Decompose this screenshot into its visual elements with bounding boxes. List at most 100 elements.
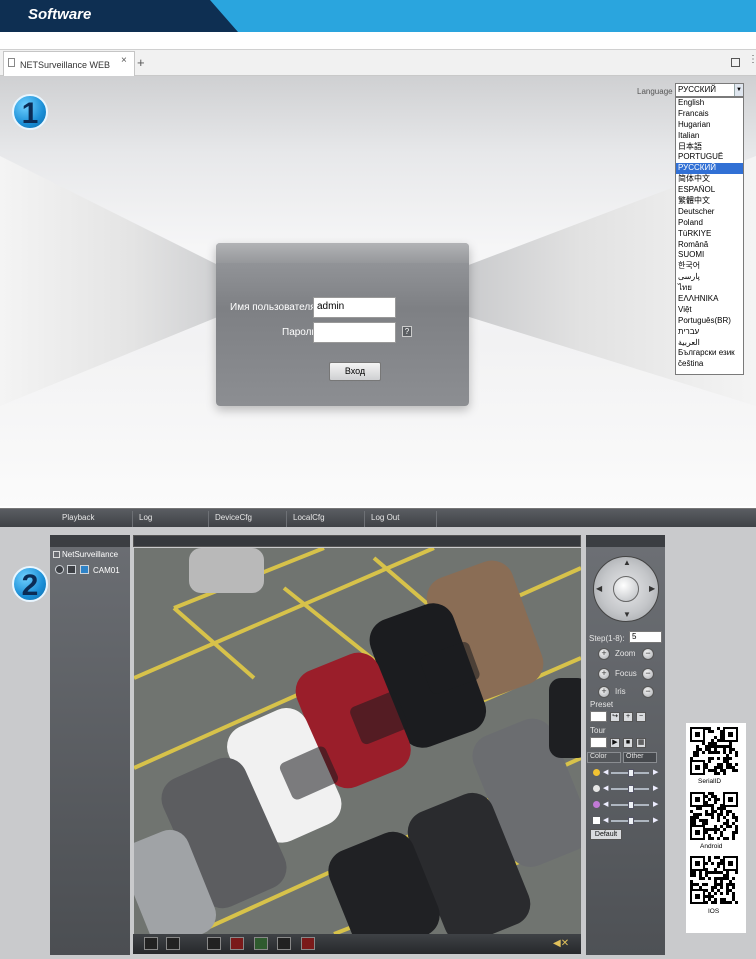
password-input[interactable] bbox=[313, 322, 396, 343]
talk-icon[interactable] bbox=[277, 937, 291, 950]
language-option[interactable]: ESPAÑOL bbox=[676, 185, 743, 196]
iris-close-button[interactable]: − bbox=[642, 686, 654, 698]
language-option[interactable]: PORTUGUÊ bbox=[676, 152, 743, 163]
increase-arrow-icon[interactable]: ▶ bbox=[653, 800, 658, 808]
slider-knob[interactable] bbox=[628, 817, 634, 825]
slider-knob[interactable] bbox=[628, 801, 634, 809]
preset-remove-icon[interactable]: − bbox=[636, 712, 646, 722]
decrease-arrow-icon[interactable]: ◀ bbox=[603, 768, 608, 776]
language-option[interactable]: پارسی bbox=[676, 272, 743, 283]
record-icon[interactable] bbox=[207, 937, 221, 950]
language-option[interactable]: ΕΛΛΗΝΙΚΑ bbox=[676, 294, 743, 305]
nav-log[interactable]: Log bbox=[139, 513, 152, 522]
language-option[interactable]: 한국어 bbox=[676, 261, 743, 272]
ptz-down-arrow-icon[interactable]: ▼ bbox=[623, 610, 631, 619]
slider-knob[interactable] bbox=[628, 769, 634, 777]
new-tab-icon[interactable]: + bbox=[137, 55, 145, 70]
language-option[interactable]: 日本語 bbox=[676, 142, 743, 153]
language-option[interactable]: РУССКИЙ bbox=[676, 163, 743, 175]
camera-icon[interactable] bbox=[80, 565, 89, 574]
zoom-out-button[interactable]: − bbox=[642, 648, 654, 660]
grid-icon[interactable] bbox=[254, 937, 268, 950]
alarm-icon[interactable] bbox=[301, 937, 315, 950]
ptz-left-arrow-icon[interactable]: ◀ bbox=[596, 584, 602, 593]
serial-qr-label: SerialID bbox=[698, 778, 722, 785]
language-option[interactable]: Deutscher bbox=[676, 207, 743, 218]
browser-tab[interactable]: NETSurveillance WEB bbox=[3, 51, 135, 76]
camera-channel[interactable]: CAM01 bbox=[93, 566, 120, 575]
snapshot-icon[interactable] bbox=[230, 937, 244, 950]
language-option[interactable]: TüRKIYE bbox=[676, 229, 743, 240]
focus-out-button[interactable]: − bbox=[642, 668, 654, 680]
zoom-in-button[interactable]: + bbox=[598, 648, 610, 660]
language-option[interactable]: čeština bbox=[676, 359, 743, 370]
decrease-arrow-icon[interactable]: ◀ bbox=[603, 800, 608, 808]
language-option[interactable]: SUOMI bbox=[676, 250, 743, 261]
language-option[interactable]: Português(BR) bbox=[676, 316, 743, 327]
close-tab-icon[interactable]: × bbox=[121, 55, 127, 66]
nav-playback[interactable]: Playback bbox=[62, 513, 94, 522]
step-one-badge: 1 bbox=[12, 94, 48, 130]
contrast-slider[interactable]: ◀ ▶ bbox=[593, 784, 661, 794]
default-button[interactable]: Default bbox=[590, 829, 622, 840]
language-option[interactable]: Việt bbox=[676, 305, 743, 316]
language-option[interactable]: Hugarian bbox=[676, 120, 743, 131]
slider-knob[interactable] bbox=[628, 785, 634, 793]
tour-play-icon[interactable]: ▶ bbox=[610, 738, 620, 748]
ptz-up-arrow-icon[interactable]: ▲ bbox=[623, 558, 631, 567]
language-option[interactable]: 简体中文 bbox=[676, 174, 743, 185]
language-option[interactable]: Italian bbox=[676, 131, 743, 142]
language-option[interactable]: 繁體中文 bbox=[676, 196, 743, 207]
split-screen-icon[interactable] bbox=[166, 937, 180, 950]
window-menu-icon[interactable]: ⋮ bbox=[748, 54, 756, 65]
language-option[interactable]: العربية bbox=[676, 338, 743, 349]
login-button[interactable]: Вход bbox=[329, 362, 381, 381]
tour-input[interactable] bbox=[590, 737, 607, 748]
nav-device-cfg[interactable]: DeviceCfg bbox=[215, 513, 252, 522]
preset-add-icon[interactable]: + bbox=[623, 712, 633, 722]
hue-slider[interactable]: ◀ ▶ bbox=[593, 816, 661, 826]
language-option[interactable]: עברית bbox=[676, 327, 743, 338]
tab-other[interactable]: Other bbox=[623, 752, 657, 763]
tab-color[interactable]: Color bbox=[587, 752, 621, 763]
increase-arrow-icon[interactable]: ▶ bbox=[653, 816, 658, 824]
language-option[interactable]: Poland bbox=[676, 218, 743, 229]
focus-in-button[interactable]: + bbox=[598, 668, 610, 680]
dropdown-arrow-icon[interactable]: ▼ bbox=[734, 84, 743, 96]
language-option[interactable]: English bbox=[676, 98, 743, 109]
video-toolbar bbox=[133, 934, 581, 954]
increase-arrow-icon[interactable]: ▶ bbox=[653, 784, 658, 792]
username-input[interactable]: admin bbox=[313, 297, 396, 318]
language-option[interactable]: Română bbox=[676, 240, 743, 251]
ptz-speed-select[interactable]: 5 bbox=[629, 631, 662, 643]
preset-input[interactable] bbox=[590, 711, 607, 722]
preset-goto-icon[interactable]: ↪ bbox=[610, 712, 620, 722]
nav-divider bbox=[132, 511, 133, 527]
iris-open-button[interactable]: + bbox=[598, 686, 610, 698]
live-video-feed[interactable] bbox=[134, 548, 581, 934]
record-icon[interactable] bbox=[55, 565, 64, 574]
nav-log-out[interactable]: Log Out bbox=[371, 513, 399, 522]
decrease-arrow-icon[interactable]: ◀ bbox=[603, 784, 608, 792]
tour-stop-icon[interactable]: ■ bbox=[623, 738, 633, 748]
nav-local-cfg[interactable]: LocalCfg bbox=[293, 513, 325, 522]
language-option[interactable]: Francais bbox=[676, 109, 743, 120]
increase-arrow-icon[interactable]: ▶ bbox=[653, 768, 658, 776]
fullscreen-icon[interactable] bbox=[144, 937, 158, 950]
tour-grid-icon[interactable]: ▦ bbox=[636, 738, 646, 748]
restore-window-icon[interactable] bbox=[731, 58, 740, 67]
help-icon[interactable]: ? bbox=[402, 326, 412, 337]
play-icon[interactable] bbox=[67, 565, 76, 574]
decrease-arrow-icon[interactable]: ◀ bbox=[603, 816, 608, 824]
speaker-icon[interactable]: ◀✕ bbox=[553, 938, 569, 949]
device-tree-root[interactable]: NetSurveillance bbox=[53, 550, 118, 559]
ptz-center-button[interactable] bbox=[613, 576, 639, 602]
language-option[interactable]: ไทย bbox=[676, 283, 743, 294]
saturation-slider[interactable]: ◀ ▶ bbox=[593, 800, 661, 810]
nav-divider bbox=[364, 511, 365, 527]
language-dropdown-list[interactable]: English Francais Hugarian Italian 日本語 PORTUGU… bbox=[675, 97, 744, 375]
ptz-right-arrow-icon[interactable]: ▶ bbox=[649, 584, 655, 593]
brightness-slider[interactable]: ◀ ▶ bbox=[593, 768, 661, 778]
focus-label: Focus bbox=[615, 669, 637, 678]
language-option[interactable]: Български език bbox=[676, 348, 743, 359]
